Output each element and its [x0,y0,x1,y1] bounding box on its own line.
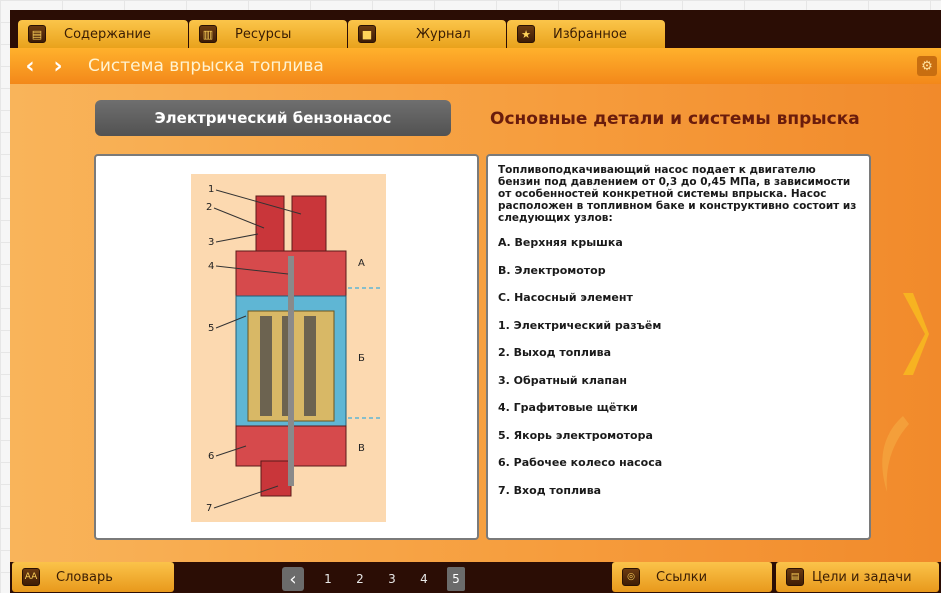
settings-gear-icon[interactable]: ⚙ [917,56,937,76]
callout-1: 1 [208,184,214,195]
page-link[interactable]: 2 [344,572,376,586]
callout-7: 7 [206,503,212,514]
page-title: Система впрыска топлива [88,56,324,76]
resources-icon: ▥ [199,25,217,43]
goals-icon: ▤ [786,568,804,586]
part-item: B. Электромотор [498,263,606,277]
tab-label: Ресурсы [235,26,292,42]
part-item: А. Верхняя крышка [498,236,623,249]
links-icon: ◎ [622,568,640,586]
title-bar: ‹ › Система впрыска топлива ⚙ [10,48,941,84]
tab-label: Избранное [553,26,627,42]
part-item: 6. Рабочее колесо насоса [498,456,663,469]
diagram-frame: 1 2 3 4 5 6 7 А Б В [94,154,479,540]
tab-resources[interactable]: ▥ Ресурсы [189,20,347,48]
goals-button[interactable]: ▤ Цели и задачи [776,562,939,592]
part-item: 4. Графитовые щётки [498,401,638,414]
page-link-current[interactable]: 5 [447,567,465,591]
part-item: 7. Вход топлива [498,483,602,497]
app-window: ▤ Содержание ▥ Ресурсы ■ Журнал ★ Избран… [10,10,941,593]
page-link[interactable]: 3 [376,572,408,586]
forward-arrow-icon[interactable]: › [44,48,72,84]
prev-page-icon[interactable]: ‹ [282,567,304,591]
callout-6: 6 [208,451,214,462]
page-link[interactable]: 1 [312,572,344,586]
journal-icon: ■ [358,25,376,43]
part-item: C. Насосный элемент [498,291,633,304]
contents-icon: ▤ [28,25,46,43]
image-heading: Электрический бензонасос [95,100,451,136]
screen: ▤ Содержание ▥ Ресурсы ■ Журнал ★ Избран… [0,0,941,593]
intro-text: Топливоподкачивающий насос подает к двиг… [498,164,857,224]
description-panel: Топливоподкачивающий насос подает к двиг… [486,154,871,540]
callout-5: 5 [208,323,214,334]
tab-favorites[interactable]: ★ Избранное [507,20,665,48]
fuel-pump-diagram: 1 2 3 4 5 6 7 А Б В [191,174,386,522]
tab-journal[interactable]: ■ Журнал [348,20,506,48]
links-button[interactable]: ◎ Ссылки [612,562,772,592]
favorites-star-icon: ★ [517,25,535,43]
links-label: Ссылки [656,569,708,585]
content-area: Электрический бензонасос Основные детали… [10,84,941,562]
dictionary-label: Словарь [56,569,113,585]
page-link[interactable]: 4 [408,572,440,586]
goals-label: Цели и задачи [812,569,912,585]
back-arrow-icon[interactable]: ‹ [16,48,44,84]
panel-heading: Основные детали и системы впрыска [490,109,860,129]
section-c: В [358,443,365,454]
decorative-swoosh-icon [882,416,909,492]
tab-label: Содержание [64,26,151,42]
top-tabs: ▤ Содержание ▥ Ресурсы ■ Журнал ★ Избран… [18,20,666,48]
pagination: ‹ 1 2 3 4 5 [282,566,465,592]
section-b: Б [358,353,365,364]
next-page-chevron-icon[interactable] [899,289,929,379]
part-item: 5. Якорь электромотора [498,428,653,442]
part-item: 1. Электрический разъём [498,318,662,332]
bottom-bar: AA Словарь ‹ 1 2 3 4 5 ◎ Ссылки ▤ Цели и… [10,562,941,593]
part-item: 3. Обратный клапан [498,373,628,387]
section-a: А [358,258,365,269]
callout-2: 2 [206,202,212,213]
dictionary-button[interactable]: AA Словарь [12,562,174,592]
dictionary-icon: AA [22,568,40,586]
tab-contents[interactable]: ▤ Содержание [18,20,188,48]
tab-label: Журнал [416,26,471,42]
callout-4: 4 [208,261,214,272]
callout-3: 3 [208,237,214,248]
part-item: 2. Выход топлива [498,346,612,359]
